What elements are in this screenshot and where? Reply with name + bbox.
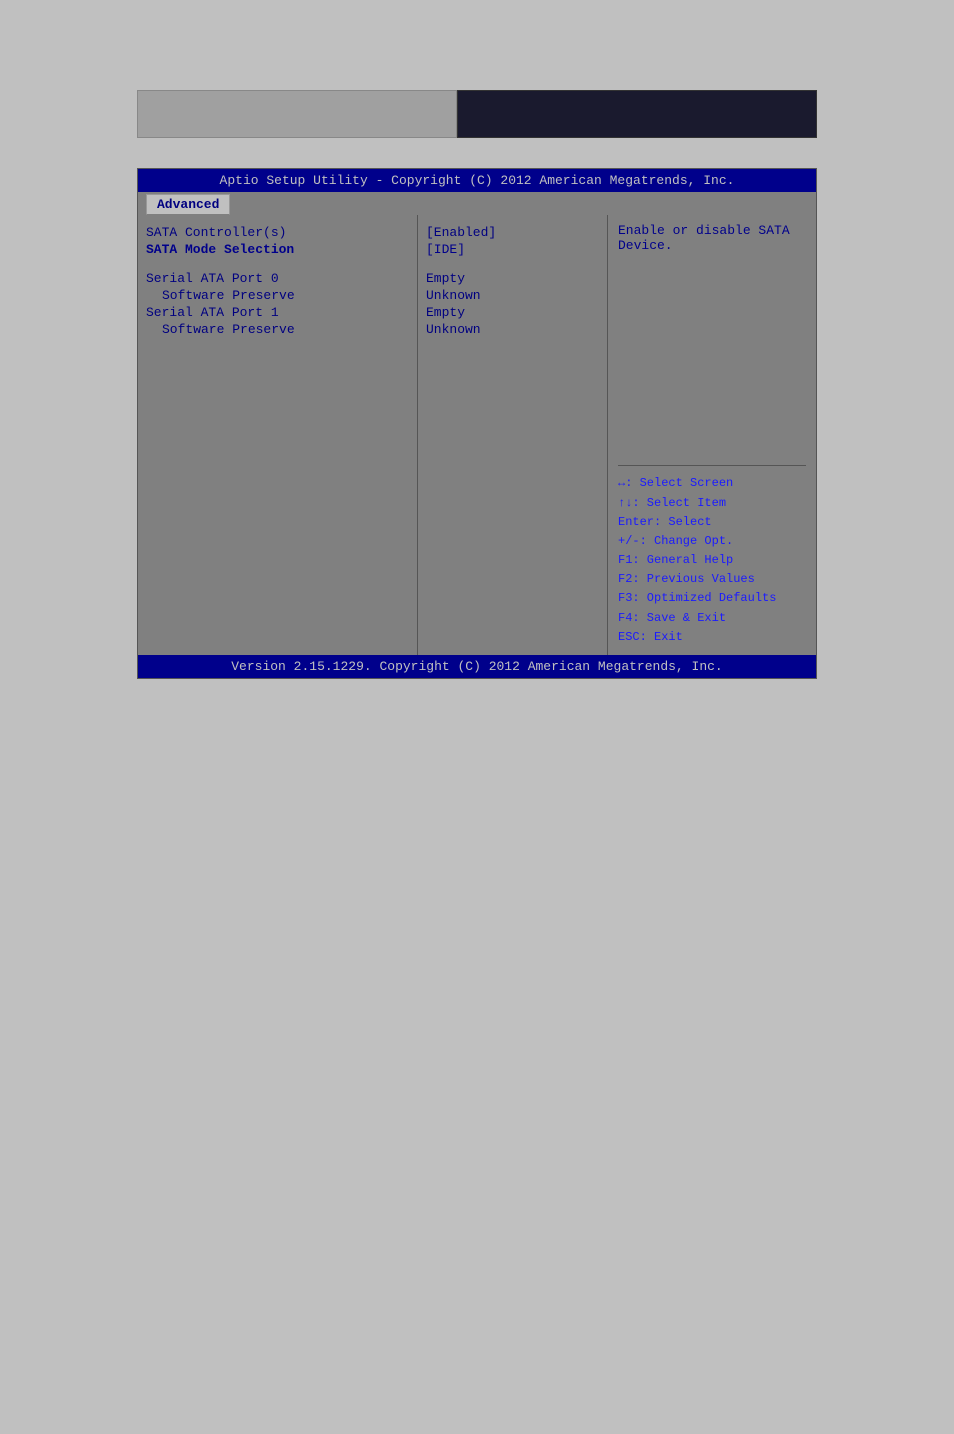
legend-select-screen: ↔: Select Screen: [618, 474, 806, 493]
legend-previous-values: F2: Previous Values: [618, 570, 806, 589]
bios-footer: Version 2.15.1229. Copyright (C) 2012 Am…: [138, 655, 816, 678]
bios-middle-panel: [Enabled] [IDE] Empty Unknown Empty Unkn…: [418, 215, 608, 655]
item-serial-ata-port0[interactable]: Serial ATA Port 0: [146, 271, 409, 286]
value-port1: Empty: [426, 305, 599, 320]
bios-left-panel: SATA Controller(s) SATA Mode Selection S…: [138, 215, 418, 655]
help-text: Enable or disable SATA Device.: [618, 223, 806, 253]
bios-tabbar: Advanced: [138, 192, 816, 215]
legend-optimized-defaults: F3: Optimized Defaults: [618, 589, 806, 608]
divider: [618, 465, 806, 466]
bios-content: SATA Controller(s) SATA Mode Selection S…: [138, 215, 816, 655]
tab-advanced[interactable]: Advanced: [146, 194, 230, 215]
legend-enter-select: Enter: Select: [618, 513, 806, 532]
legend-esc-exit: ESC: Exit: [618, 628, 806, 647]
bios-legend: ↔: Select Screen ↑↓: Select Item Enter: …: [618, 474, 806, 647]
value-sata-mode: [IDE]: [426, 242, 599, 257]
value-sw-preserve-0: Unknown: [426, 288, 599, 303]
item-serial-ata-port1[interactable]: Serial ATA Port 1: [146, 305, 409, 320]
top-banner-right: [457, 90, 817, 138]
bios-title: Aptio Setup Utility - Copyright (C) 2012…: [138, 169, 816, 192]
bios-title-text: Aptio Setup Utility - Copyright (C) 2012…: [220, 173, 735, 188]
item-software-preserve-0: Software Preserve: [146, 288, 409, 303]
bios-right-panel: Enable or disable SATA Device. ↔: Select…: [608, 215, 816, 655]
legend-change-opt: +/-: Change Opt.: [618, 532, 806, 551]
top-banner: [137, 90, 817, 138]
top-banner-left: [137, 90, 457, 138]
legend-select-item: ↑↓: Select Item: [618, 494, 806, 513]
value-sata-controllers: [Enabled]: [426, 225, 599, 240]
bios-footer-text: Version 2.15.1229. Copyright (C) 2012 Am…: [231, 659, 722, 674]
item-sata-mode[interactable]: SATA Mode Selection: [146, 242, 409, 257]
bios-window: Aptio Setup Utility - Copyright (C) 2012…: [137, 168, 817, 679]
item-software-preserve-1: Software Preserve: [146, 322, 409, 337]
legend-general-help: F1: General Help: [618, 551, 806, 570]
page-wrapper: Aptio Setup Utility - Copyright (C) 2012…: [0, 0, 954, 1434]
legend-save-exit: F4: Save & Exit: [618, 609, 806, 628]
value-sw-preserve-1: Unknown: [426, 322, 599, 337]
value-port0: Empty: [426, 271, 599, 286]
item-sata-controllers[interactable]: SATA Controller(s): [146, 225, 409, 240]
